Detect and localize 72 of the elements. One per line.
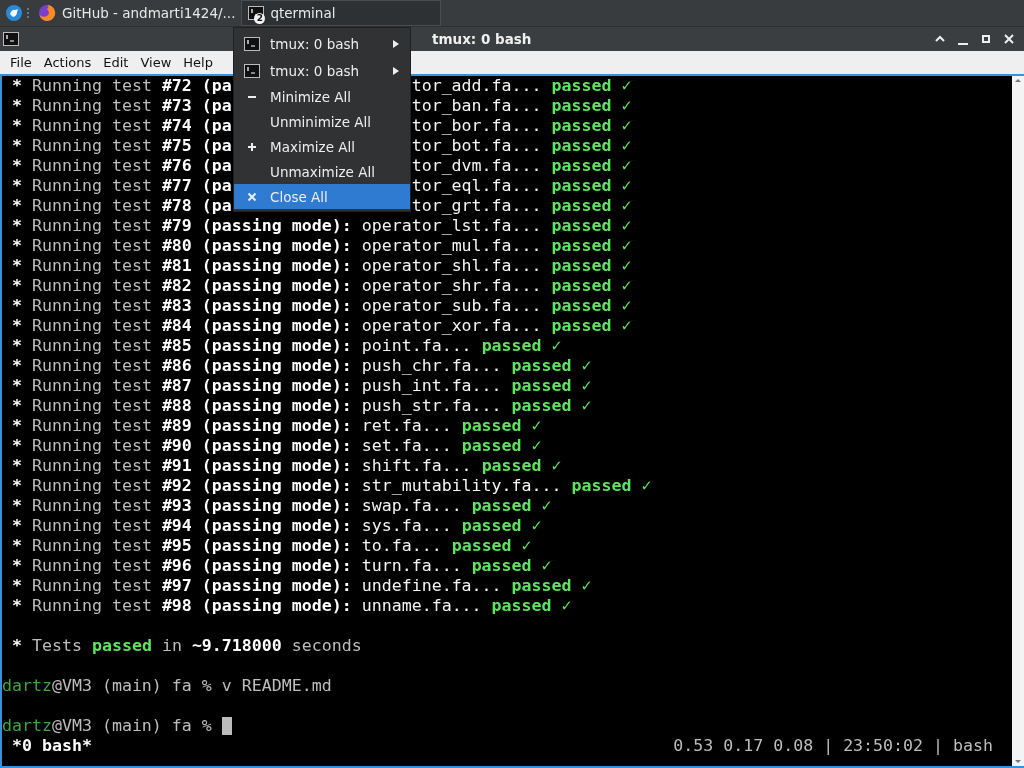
output-line: tor_dvm.fa... passed ✓	[411, 156, 632, 176]
output-line: * Running test #74 (pa	[11, 116, 232, 136]
output-line: * Running test #78 (pa	[11, 196, 232, 216]
output-line: * Running test #75 (pa	[11, 136, 232, 156]
menu-item[interactable]: Maximize All	[234, 134, 410, 159]
submenu-arrow-icon	[392, 65, 400, 76]
output-line: * Running test #92 (passing mode): str_mutability.fa... passed ✓	[11, 476, 652, 496]
output-line: * Running test #87 (passing mode): push_int.fa... passed ✓	[11, 376, 592, 396]
globe-icon	[38, 4, 56, 22]
taskbar-button[interactable]: 2 qterminal	[241, 0, 442, 26]
output-line: * Running test #89 (passing mode): ret.fa... passed ✓	[11, 416, 542, 436]
prompt-line: dartz@VM3 (main) fa % v README.md	[2, 676, 332, 696]
output-line: * Running test #88 (passing mode): push_str.fa... passed ✓	[11, 396, 592, 416]
submenu-arrow-icon	[392, 38, 400, 49]
taskbar-button[interactable]: GitHub - andmarti1424/...	[32, 0, 242, 26]
output-line: * Running test #76 (pa	[11, 156, 232, 176]
terminal-icon	[3, 32, 19, 46]
menu-item[interactable]: Unmaximize All	[234, 159, 410, 184]
scroll-down-icon	[1013, 758, 1023, 766]
menu-item[interactable]: View	[134, 53, 178, 72]
menu-item[interactable]: Edit	[97, 53, 135, 72]
output-line: * Running test #95 (passing mode): to.fa... passed ✓	[11, 536, 532, 556]
output-line: * Running test #91 (passing mode): shift.fa... passed ✓	[11, 456, 562, 476]
drag-handle-icon	[26, 7, 30, 19]
output-line: tor_ban.fa... passed ✓	[411, 96, 632, 116]
scrollbar[interactable]	[1012, 76, 1024, 766]
minimize-icon	[957, 43, 968, 45]
window-title: tmux: 0 bash	[432, 31, 533, 47]
menu-item[interactable]: Minimize All	[234, 84, 410, 109]
output-line: * Running test #86 (passing mode): push_chr.fa... passed ✓	[11, 356, 592, 376]
terminal-icon	[244, 36, 260, 51]
menu-item[interactable]: tmux: 0 bash	[234, 30, 410, 57]
output-line: * Tests passed in ~9.718000 seconds	[11, 636, 362, 656]
menu-item[interactable]: File	[4, 53, 38, 72]
status-info: 0.53 0.17 0.08 | 23:50:02 | bash	[673, 736, 993, 756]
session-label: *0 bash*	[11, 736, 92, 756]
count-badge: 2	[254, 13, 266, 24]
output-line: tor_bot.fa... passed ✓	[411, 136, 632, 156]
output-line: * Running test #79 (passing mode): operator_lst.fa... passed ✓	[11, 216, 632, 236]
output-line: tor_add.fa... passed ✓	[411, 76, 632, 96]
menu-item[interactable]: Close All	[234, 184, 410, 209]
output-line: * Running test #97 (passing mode): undefine.fa... passed ✓	[11, 576, 592, 596]
output-line: * Running test #73 (pa	[11, 96, 232, 116]
scroll-up-icon	[1013, 76, 1023, 84]
plus-icon	[247, 141, 257, 152]
prompt-line: dartz@VM3 (main) fa %	[2, 716, 212, 736]
terminal-icon	[244, 63, 260, 78]
menu-item[interactable]: tmux: 0 bash	[234, 57, 410, 84]
output-line: * Running test #72 (pa	[11, 76, 232, 96]
output-line: * Running test #93 (passing mode): swap.fa... passed ✓	[11, 496, 552, 516]
output-line: * Running test #81 (passing mode): operator_shl.fa... passed ✓	[11, 256, 632, 276]
output-line: * Running test #94 (passing mode): sys.fa... passed ✓	[11, 516, 542, 536]
output-line: * Running test #85 (passing mode): point.fa... passed ✓	[11, 336, 562, 356]
output-line: * Running test #77 (pa	[11, 176, 232, 196]
terminal-icon	[248, 6, 265, 20]
output-line: * Running test #90 (passing mode): set.fa... passed ✓	[11, 436, 542, 456]
output-line: * Running test #98 (passing mode): unname.fa... passed ✓	[11, 596, 572, 616]
output-line: * Running test #80 (passing mode): operator_mul.fa... passed ✓	[11, 236, 632, 256]
menu-item[interactable]: Actions	[37, 53, 98, 72]
menu-item[interactable]: Help	[177, 53, 219, 72]
close-icon	[247, 191, 257, 202]
output-line: * Running test #83 (passing mode): operator_sub.fa... passed ✓	[11, 296, 632, 316]
close-icon	[1002, 33, 1015, 45]
output-line: * Running test #84 (passing mode): operator_xor.fa... passed ✓	[11, 316, 632, 336]
output-line: tor_grt.fa... passed ✓	[411, 196, 632, 216]
output-line: tor_bor.fa... passed ✓	[411, 116, 632, 136]
menu-item[interactable]: Unminimize All	[234, 109, 410, 134]
output-line: * Running test #96 (passing mode): turn.fa... passed ✓	[11, 556, 552, 576]
output-line: tor_eql.fa... passed ✓	[411, 176, 632, 196]
maximize-icon	[979, 33, 992, 45]
launcher-icon	[6, 5, 22, 21]
output-line: * Running test #82 (passing mode): operator_shr.fa... passed ✓	[11, 276, 632, 296]
